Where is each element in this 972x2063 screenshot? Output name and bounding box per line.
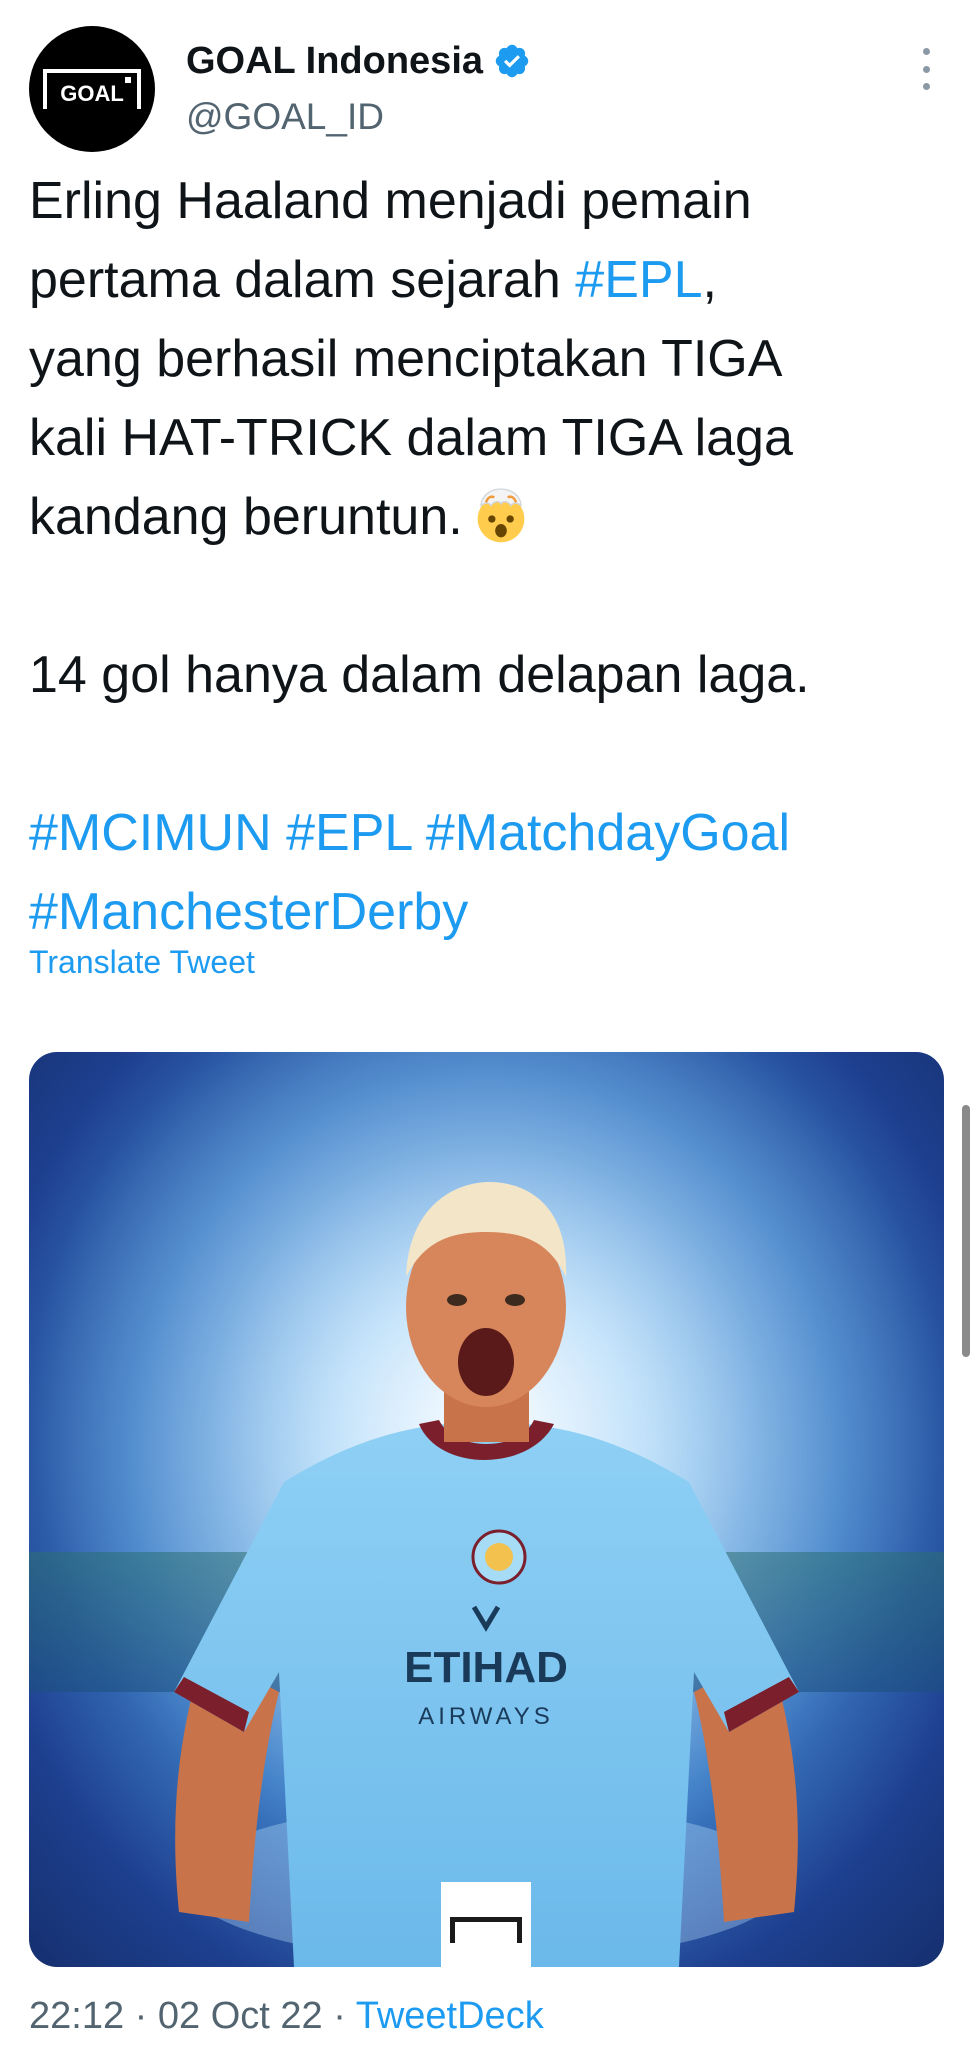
tweet-line-text: pertama dalam sejarah — [29, 251, 576, 309]
author-handle[interactable]: @GOAL_ID — [186, 96, 384, 138]
tweet: GOAL GOAL Indonesia @GOAL_ID Erling Haal… — [0, 0, 972, 2063]
avatar-logo-text: GOAL — [60, 81, 124, 106]
author-avatar[interactable]: GOAL — [29, 26, 155, 152]
scrollbar[interactable] — [962, 1105, 970, 1357]
goal-logo-icon: GOAL — [43, 69, 141, 109]
more-options-icon[interactable] — [912, 44, 940, 94]
tweet-time[interactable]: 22:12 — [29, 1995, 124, 2037]
tweet-line: kali HAT-TRICK dalam TIGA laga — [29, 409, 793, 467]
jersey-sponsor: ETIHAD — [404, 1643, 568, 1692]
verified-badge-icon — [495, 44, 529, 78]
hashtag-link[interactable]: #EPL — [575, 251, 702, 309]
jersey-sponsor-sub: AIRWAYS — [418, 1703, 554, 1730]
author-name-row[interactable]: GOAL Indonesia — [186, 36, 531, 86]
exploding-head-emoji-icon — [477, 488, 525, 543]
meta-separator: · — [322, 1995, 356, 2037]
tweet-line-suffix: , — [702, 251, 717, 309]
tweet-source-link[interactable]: TweetDeck — [356, 1995, 544, 2037]
tweet-text: Erling Haaland menjadi pemain pertama da… — [29, 162, 949, 952]
tweet-media-image[interactable]: ETIHAD AIRWAYS — [29, 1052, 944, 1967]
tweet-line-text: kandang beruntun. — [29, 488, 463, 546]
hashtag-link[interactable]: #ManchesterDerby — [29, 873, 949, 952]
tweet-metadata: 22:12 · 02 Oct 22 · TweetDeck — [29, 1995, 544, 2038]
tweet-line: pertama dalam sejarah #EPL, — [29, 241, 949, 320]
hashtag-links[interactable]: #MCIMUN #EPL #MatchdayGoal — [29, 794, 949, 873]
tweet-line: 14 gol hanya dalam delapan laga. — [29, 646, 810, 704]
player-photo: ETIHAD AIRWAYS — [29, 1052, 944, 1967]
translate-tweet-link[interactable]: Translate Tweet — [29, 944, 255, 981]
meta-separator: · — [124, 1995, 158, 2037]
tweet-line: yang berhasil menciptakan TIGA — [29, 330, 783, 388]
tweet-line: Erling Haaland menjadi pemain — [29, 172, 752, 230]
tweet-date[interactable]: 02 Oct 22 — [158, 1995, 323, 2037]
tweet-line: kandang beruntun. — [29, 478, 949, 557]
goal-watermark-icon — [441, 1882, 531, 1967]
author-display-name[interactable]: GOAL Indonesia — [186, 40, 483, 83]
